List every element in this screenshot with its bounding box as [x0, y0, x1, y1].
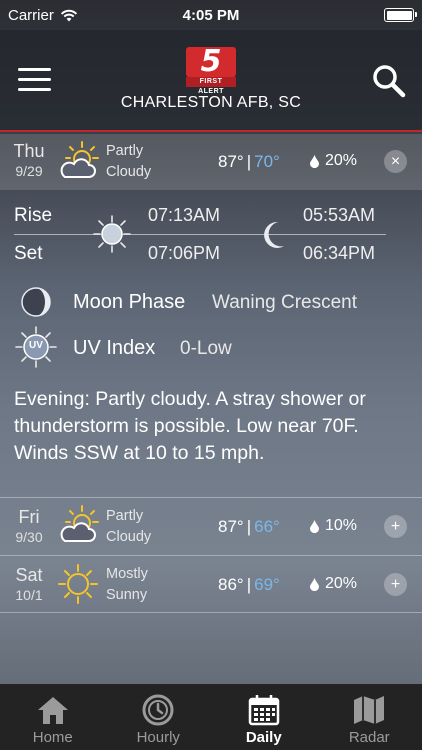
logo-number: 5	[200, 44, 222, 79]
tab-home[interactable]: Home	[0, 684, 106, 750]
raindrop-icon	[310, 154, 319, 168]
temp-separator: |	[246, 517, 252, 536]
moon-icon	[264, 221, 284, 248]
day-name: Thu	[13, 141, 45, 161]
tab-hourly[interactable]: Hourly	[106, 684, 212, 750]
tab-daily[interactable]: Daily	[211, 684, 317, 750]
map-icon	[354, 696, 385, 724]
condition-line2: Cloudy	[106, 164, 152, 180]
high-temp: 87°	[218, 152, 244, 171]
sunrise-time: 07:13AM	[148, 205, 221, 225]
day-date: 10/1	[15, 587, 43, 603]
condition-line1: Partly	[106, 143, 144, 159]
condition-line1: Mostly	[106, 566, 148, 582]
tab-radar[interactable]: Radar	[317, 684, 422, 750]
precip-chance: 10%	[310, 517, 357, 535]
logo-text: FIRST ALERT	[186, 77, 236, 95]
moonset-time: 06:34PM	[303, 243, 376, 263]
day-detail-panel: Rise Set 07:13AM 07:06PM 05:53AM 06:34PM…	[0, 190, 422, 497]
clock-icon	[142, 694, 174, 726]
day-row-fri[interactable]: Fri 9/30 Partly Cloudy 87° | 66° 10% +	[0, 497, 422, 553]
battery-icon	[384, 8, 417, 22]
app-header: 5 FIRST ALERT CHARLESTON AFB, SC	[0, 30, 422, 132]
condition-line1: Partly	[106, 508, 144, 524]
precip-value: 20%	[325, 575, 358, 592]
forecast-text: Evening: Partly cloudy. A stray shower o…	[14, 388, 366, 464]
day-date: 9/29	[15, 163, 43, 179]
rise-label: Rise	[14, 205, 53, 226]
expand-button[interactable]: +	[384, 515, 407, 538]
precip-chance: 20%	[310, 575, 357, 593]
menu-icon[interactable]	[18, 68, 51, 92]
low-temp: 70°	[254, 152, 280, 171]
day-name: Sat	[15, 565, 43, 585]
day-row-thu[interactable]: Thu 9/29 Partly Cloudy 87° | 70° 20% ×	[0, 134, 422, 190]
rise-set-divider	[14, 234, 386, 235]
precip-value: 20%	[325, 152, 358, 169]
tab-bar: Home Hourly Daily Radar	[0, 684, 422, 750]
temperatures: 87° | 66°	[218, 517, 280, 537]
uv-index-value: 0-Low	[180, 338, 232, 359]
sunset-time: 07:06PM	[148, 243, 221, 263]
precip-chance: 20%	[310, 152, 357, 170]
high-temp: 86°	[218, 575, 244, 594]
day-name: Fri	[18, 507, 40, 527]
expand-button[interactable]: +	[384, 573, 407, 596]
sun-icon	[93, 215, 131, 253]
high-temp: 87°	[218, 517, 244, 536]
uv-icon-text: UV	[29, 340, 43, 351]
collapse-button[interactable]: ×	[384, 150, 407, 173]
location-title[interactable]: CHARLESTON AFB, SC	[0, 94, 422, 112]
moon-phase-label: Moon Phase	[73, 291, 186, 313]
partly-cloudy-icon	[60, 141, 99, 178]
tab-label: Hourly	[136, 729, 180, 746]
raindrop-icon	[310, 577, 319, 591]
low-temp: 69°	[254, 575, 280, 594]
carrier-label: Carrier	[8, 6, 54, 24]
uv-index-icon: UV	[14, 325, 58, 369]
wifi-icon	[60, 9, 77, 21]
temperatures: 86° | 69°	[218, 575, 280, 595]
status-bar: Carrier 4:05 PM	[0, 0, 422, 30]
day-row-sat[interactable]: Sat 10/1 Mostly Sunny 86° | 69° 20% +	[0, 555, 422, 613]
set-label: Set	[14, 243, 43, 264]
moonrise-time: 05:53AM	[303, 205, 376, 225]
condition-line2: Cloudy	[106, 529, 152, 545]
calendar-icon	[248, 695, 279, 726]
temp-separator: |	[246, 152, 252, 171]
condition-line2: Sunny	[106, 587, 148, 603]
day-date: 9/30	[15, 529, 43, 545]
precip-value: 10%	[325, 517, 358, 534]
moon-phase-value: Waning Crescent	[212, 292, 358, 313]
temperatures: 87° | 70°	[218, 152, 280, 172]
status-left: Carrier	[8, 7, 78, 24]
moon-phase-icon	[21, 287, 51, 317]
uv-index-label: UV Index	[73, 337, 156, 359]
tab-label: Home	[32, 729, 73, 746]
station-logo: 5 FIRST ALERT	[186, 44, 236, 95]
sunny-icon	[58, 564, 98, 604]
temp-separator: |	[246, 575, 252, 594]
search-icon[interactable]	[372, 64, 406, 98]
partly-cloudy-icon	[60, 505, 99, 542]
raindrop-icon	[310, 519, 319, 533]
home-icon	[37, 697, 68, 724]
tab-label: Daily	[245, 729, 282, 746]
low-temp: 66°	[254, 517, 280, 536]
tab-label: Radar	[348, 729, 390, 746]
